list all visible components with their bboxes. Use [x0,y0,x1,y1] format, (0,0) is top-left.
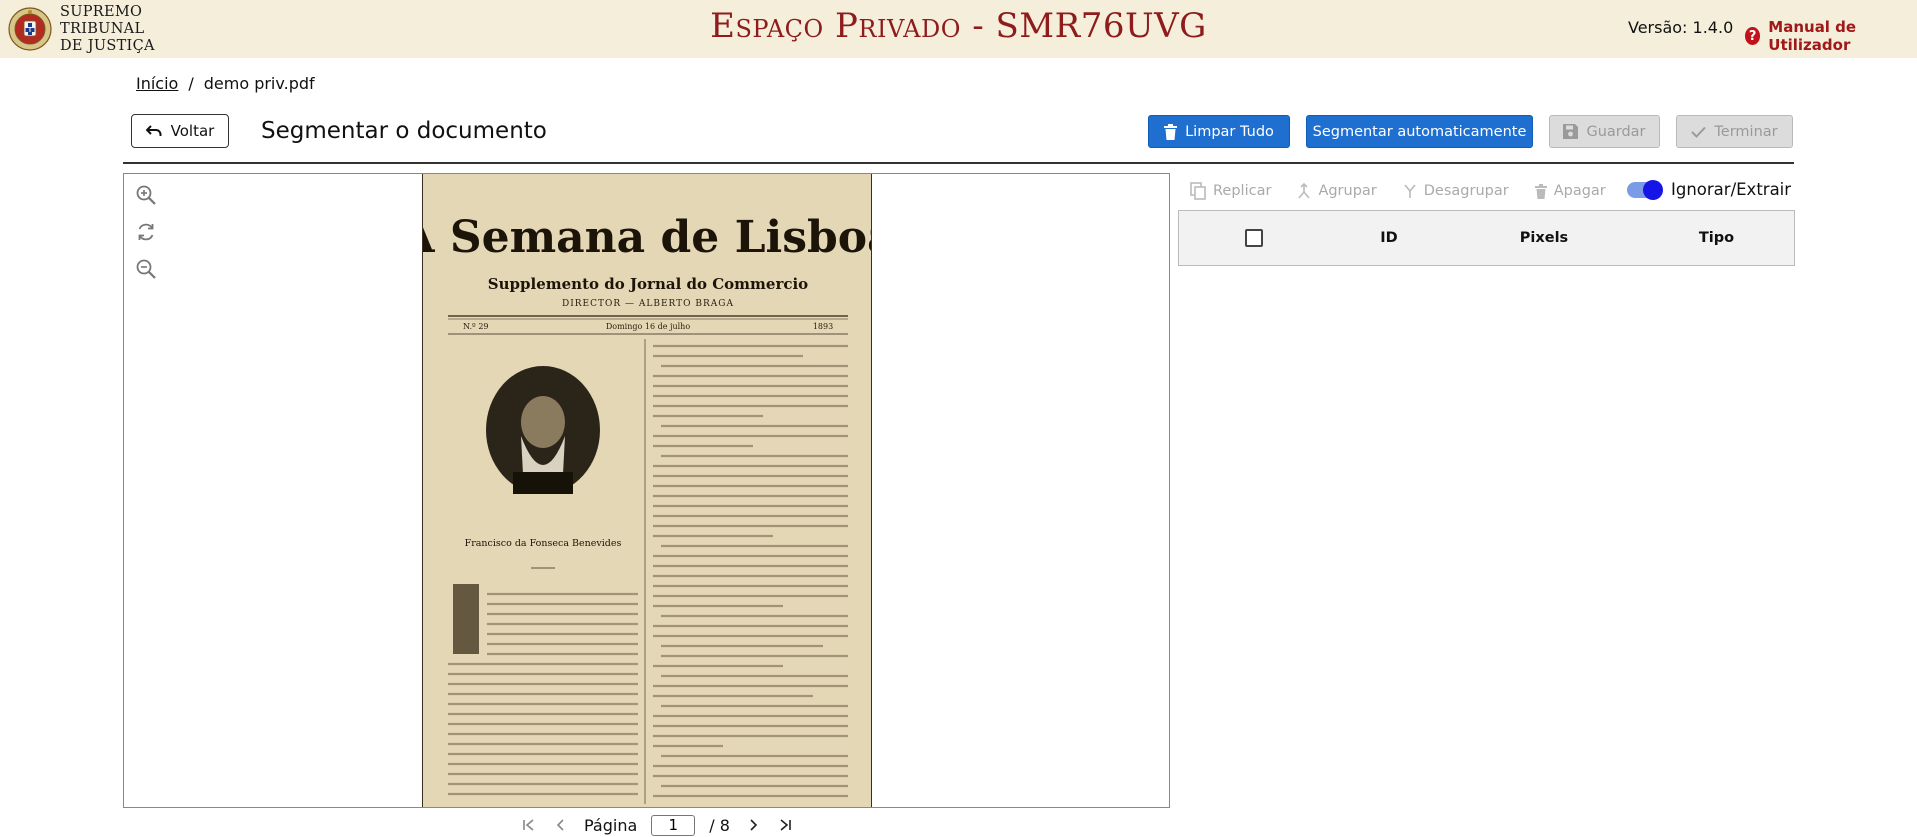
replicate-label: Replicar [1213,183,1272,199]
page-total: / 8 [709,815,730,835]
page-number-input[interactable] [651,814,696,836]
zoom-out-icon [136,259,156,279]
breadcrumb-separator: / [188,74,194,93]
finish-label: Terminar [1714,123,1778,140]
director-text: DIRECTOR — ALBERTO BRAGA [562,299,734,309]
save-button[interactable]: Guardar [1549,115,1660,148]
zoom-out-button[interactable] [134,257,158,281]
app-header: SUPREMO TRIBUNAL DE JUSTIÇA Espaço Priva… [0,0,1917,58]
document-page-image[interactable]: A Semana de Lisboa Supplemento do Jornal… [422,174,872,807]
zoom-in-button[interactable] [134,183,158,207]
copy-icon [1190,182,1206,200]
pagination: Página / 8 [520,814,794,836]
last-page-button[interactable] [776,816,794,834]
first-page-button[interactable] [520,816,538,834]
check-icon [1691,126,1707,138]
auto-segment-label: Segmentar automaticamente [1312,123,1527,140]
column-header-pixels[interactable]: Pixels [1449,211,1639,265]
back-label: Voltar [170,122,215,140]
reset-zoom-button[interactable] [134,220,158,244]
last-page-icon [780,819,791,831]
toolbar-divider [123,162,1794,164]
chevron-right-icon [750,819,758,831]
merge-icon [1298,183,1311,199]
segments-table: ID Pixels Tipo [1178,210,1795,266]
page-title: Segmentar o documento [261,118,547,144]
breadcrumb-current: demo priv.pdf [203,74,315,93]
select-all-checkbox[interactable] [1245,229,1263,247]
ungroup-label: Desagrupar [1423,183,1509,199]
replicate-button[interactable]: Replicar [1190,182,1271,200]
page-label: Página [584,815,638,835]
save-label: Guardar [1586,123,1646,140]
zoom-in-icon [136,185,156,205]
user-manual-label: Manual de Utilizador [1768,18,1857,54]
ungroup-button[interactable]: Desagrupar [1403,183,1509,199]
breadcrumb: Início / demo priv.pdf [136,74,315,93]
issue-number-text: N.º 29 [463,322,489,331]
save-icon [1563,124,1579,139]
trash-icon [1164,123,1178,140]
issue-date-text: Domingo 16 de julho [606,322,690,331]
ignore-extract-label: Ignorar/Extrair [1671,180,1792,199]
delete-label: Apagar [1553,183,1606,199]
column-header-id[interactable]: ID [1329,211,1449,265]
undo-icon [145,125,162,136]
newspaper-page-scan: A Semana de Lisboa Supplemento do Jornal… [423,174,872,807]
trash-icon [1534,183,1547,199]
split-icon [1404,184,1416,198]
select-all-header [1179,211,1329,265]
auto-segment-button[interactable]: Segmentar automaticamente [1306,115,1533,148]
chevron-left-icon [556,819,564,831]
previous-page-button[interactable] [552,816,570,834]
next-page-button[interactable] [744,816,762,834]
finish-button[interactable]: Terminar [1676,115,1793,148]
masthead-text: A Semana de Lisboa [423,212,872,263]
delete-button[interactable]: Apagar [1534,183,1606,199]
toggle-knob [1643,180,1663,200]
clear-all-label: Limpar Tudo [1185,123,1274,140]
clear-all-button[interactable]: Limpar Tudo [1148,115,1290,148]
portrait-caption: Francisco da Fonseca Benevides [465,538,622,549]
issue-year-text: 1893 [813,322,833,331]
back-button[interactable]: Voltar [131,114,229,148]
breadcrumb-home-link[interactable]: Início [136,74,178,93]
first-page-icon [523,819,534,831]
version-label: Versão: 1.4.0 [1628,18,1734,37]
group-label: Agrupar [1318,183,1377,199]
help-icon: ? [1745,27,1761,45]
refresh-icon [138,223,154,241]
user-manual-link[interactable]: ? Manual de Utilizador [1745,18,1917,54]
subtitle-text: Supplemento do Jornal do Commercio [488,275,808,293]
column-header-type[interactable]: Tipo [1639,211,1794,265]
document-viewer[interactable]: A Semana de Lisboa Supplemento do Jornal… [123,173,1170,808]
ornamental-initial [453,584,479,654]
group-button[interactable]: Agrupar [1297,183,1377,199]
ignore-extract-toggle[interactable] [1627,180,1663,200]
